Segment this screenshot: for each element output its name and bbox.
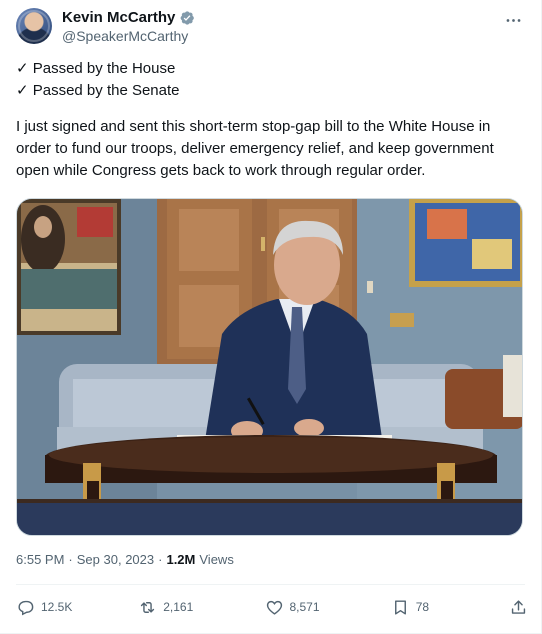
reply-button[interactable]: 12.5K xyxy=(16,598,112,617)
author-name-row: Kevin McCarthy xyxy=(62,9,195,26)
bookmark-button[interactable]: 78 xyxy=(391,598,483,617)
author-avatar[interactable] xyxy=(16,8,52,44)
tweet-time[interactable]: 6:55 PM xyxy=(16,552,64,567)
like-button[interactable]: 8,571 xyxy=(265,598,365,617)
tweet-date[interactable]: Sep 30, 2023 xyxy=(77,552,154,567)
views-label: Views xyxy=(199,552,234,567)
tweet-line-house: ✓ Passed by the House xyxy=(16,60,176,77)
more-icon[interactable] xyxy=(501,8,525,32)
verified-badge-icon xyxy=(180,10,195,25)
heart-icon xyxy=(266,600,282,615)
repost-count: 2,161 xyxy=(163,600,194,614)
reply-count: 12.5K xyxy=(41,600,73,614)
tweet-meta: 6:55 PM · Sep 30, 2023 · 1.2M Views xyxy=(16,552,234,567)
share-button[interactable] xyxy=(509,598,529,617)
meta-divider xyxy=(16,584,525,585)
meta-separator: · xyxy=(68,552,73,567)
repost-button[interactable]: 2,161 xyxy=(138,598,238,617)
bookmark-count: 78 xyxy=(415,600,430,614)
meta-separator-2: · xyxy=(158,552,163,567)
action-bar: 12.5K 2,161 8,571 78 xyxy=(16,594,529,620)
reply-icon xyxy=(18,600,34,615)
tweet-text: ✓ Passed by the House ✓ Passed by the Se… xyxy=(16,58,526,182)
tweet-photo[interactable] xyxy=(16,198,523,536)
tweet-body: I just signed and sent this short-term s… xyxy=(16,118,498,179)
views-count[interactable]: 1.2M xyxy=(166,552,195,567)
tweet-card: Kevin McCarthy @SpeakerMcCarthy ✓ Passed… xyxy=(0,0,542,634)
like-count: 8,571 xyxy=(289,600,320,614)
repost-icon xyxy=(141,601,155,613)
bookmark-icon xyxy=(394,599,406,615)
tweet-header: Kevin McCarthy @SpeakerMcCarthy xyxy=(16,8,525,48)
author-handle[interactable]: @SpeakerMcCarthy xyxy=(62,28,188,44)
author-display-name[interactable]: Kevin McCarthy xyxy=(62,9,175,26)
tweet-line-senate: ✓ Passed by the Senate xyxy=(16,82,180,99)
photo-illustration xyxy=(17,199,522,535)
share-icon xyxy=(511,599,526,614)
